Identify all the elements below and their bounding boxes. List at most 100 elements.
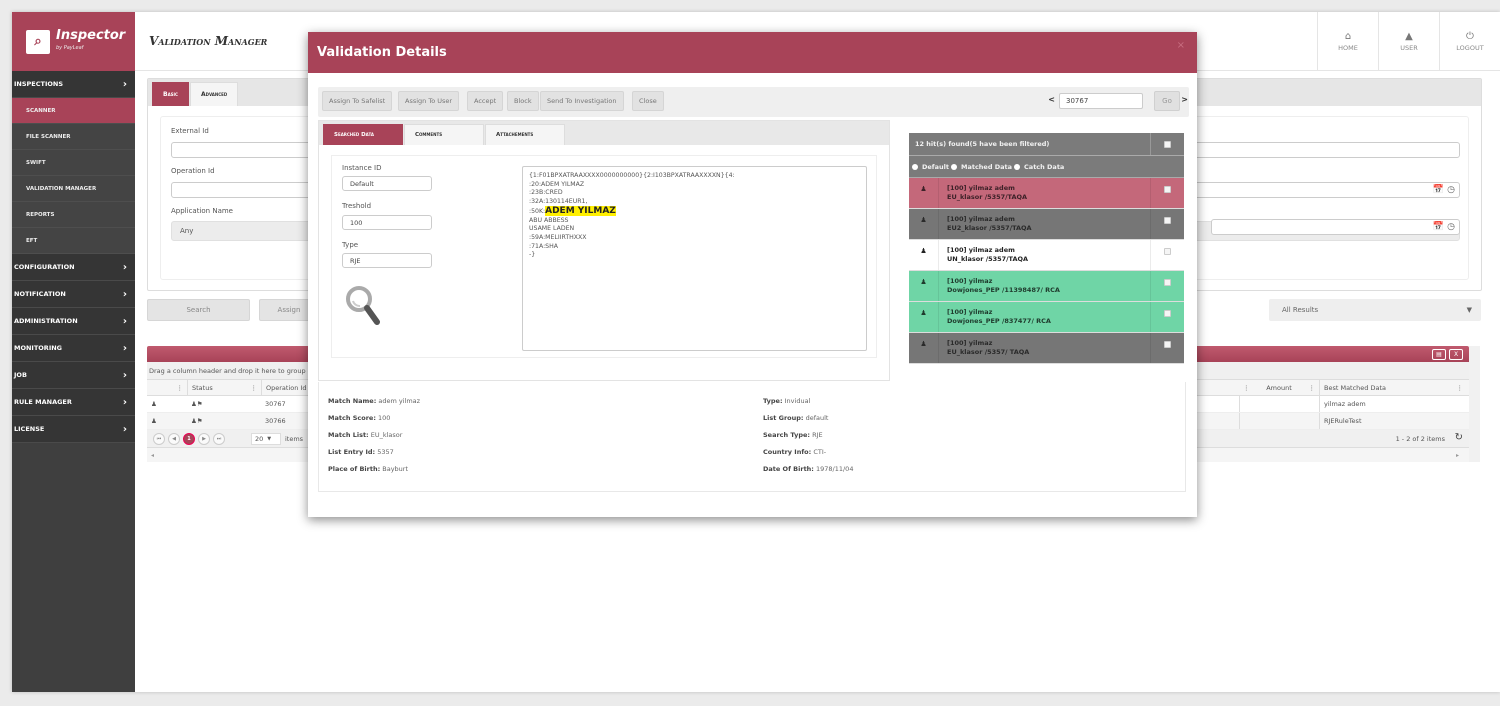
- radio-default[interactable]: [912, 163, 918, 170]
- message-line: ABU ABBESS: [529, 216, 569, 224]
- hit-row[interactable]: ♟ [100] yilmaz Dowjones_PEP /11398487/ RC…: [909, 271, 1184, 302]
- column-amount[interactable]: ⋮ Amount ⋮: [1239, 380, 1319, 395]
- hit-row[interactable]: ♟ [100] yilmaz EU_klasor /5357/ TAQA: [909, 333, 1184, 364]
- hit-title: [100] yilmaz adem: [947, 215, 1015, 223]
- tab-advanced[interactable]: Advanced: [189, 82, 239, 106]
- tab-attachements[interactable]: Attachements: [485, 124, 565, 145]
- accept-button[interactable]: Accept: [467, 91, 504, 111]
- previous-record-icon[interactable]: <: [1048, 95, 1055, 104]
- tab-comments[interactable]: Comments: [404, 124, 484, 145]
- next-record-icon[interactable]: >: [1181, 95, 1188, 104]
- logo[interactable]: ⌕ Inspector by PayLeaf: [12, 12, 135, 71]
- sidebar-section-rule-manager[interactable]: RULE MANAGER ›: [12, 389, 135, 416]
- column-operation-id[interactable]: Operation Id: [261, 380, 311, 395]
- results-filter-select[interactable]: All Results ▼: [1269, 299, 1481, 321]
- threshold-input[interactable]: 100: [342, 215, 432, 230]
- hit-row[interactable]: ♟ [100] yilmaz Dowjones_PEP /837477/ RCA: [909, 302, 1184, 333]
- sidebar-item-file-scanner[interactable]: FILE SCANNER: [12, 124, 135, 150]
- current-page-button[interactable]: 1: [183, 433, 195, 445]
- logo-text: Inspector: [56, 27, 126, 43]
- column-menu-icon[interactable]: ⋮: [1308, 384, 1315, 392]
- sidebar-section-administration[interactable]: ADMINISTRATION ›: [12, 308, 135, 335]
- hit-checkbox[interactable]: [1164, 279, 1171, 286]
- tab-searched-data[interactable]: Searched Data: [323, 124, 403, 145]
- hit-checkbox[interactable]: [1164, 310, 1171, 317]
- clock-icon[interactable]: ◷: [1447, 185, 1455, 195]
- radio-catch-data[interactable]: [1014, 163, 1021, 170]
- column-best-matched[interactable]: Best Matched Data ⋮: [1319, 380, 1469, 395]
- home-button[interactable]: ⌂ HOME: [1317, 12, 1378, 71]
- dropdown-arrow-icon: ▼: [267, 436, 272, 442]
- tab-basic[interactable]: Basic: [152, 82, 189, 106]
- sidebar-section-license[interactable]: LICENSE ›: [12, 416, 135, 443]
- calendar-icon[interactable]: 📅: [1433, 185, 1444, 195]
- sidebar-section-job[interactable]: JOB ›: [12, 362, 135, 389]
- sidebar-item-validation-manager[interactable]: VALIDATION MANAGER: [12, 176, 135, 202]
- assign-to-safelist-button[interactable]: Assign To Safelist: [322, 91, 393, 111]
- column-amount-label: Amount: [1266, 383, 1292, 392]
- block-button[interactable]: Block: [507, 91, 539, 111]
- scroll-right-icon[interactable]: ▸: [1456, 452, 1459, 459]
- column-menu-icon[interactable]: ⋮: [147, 380, 187, 395]
- column-status[interactable]: Status ⋮: [187, 380, 261, 395]
- type-input[interactable]: RJE: [342, 253, 432, 268]
- prev-page-button[interactable]: ◀: [168, 433, 180, 445]
- sidebar-item-swift[interactable]: SWIFT: [12, 150, 135, 176]
- page-size-select[interactable]: 20 ▼: [251, 433, 281, 445]
- user-button[interactable]: ▲ USER: [1378, 12, 1439, 71]
- field-value: adem yilmaz: [378, 397, 421, 405]
- export-excel-icon[interactable]: X: [1449, 348, 1463, 360]
- sidebar-item-reports[interactable]: REPORTS: [12, 202, 135, 228]
- hit-checkbox[interactable]: [1164, 341, 1171, 348]
- search-button[interactable]: Search: [147, 299, 250, 321]
- power-icon: ⏻: [1466, 31, 1474, 42]
- last-page-button[interactable]: ⏭: [213, 433, 225, 445]
- column-menu-icon[interactable]: ⋮: [1457, 384, 1464, 392]
- hit-title: [100] yilmaz adem: [947, 184, 1015, 192]
- refresh-icon[interactable]: ↻: [1455, 432, 1463, 443]
- send-to-investigation-button[interactable]: Send To Investigation: [540, 91, 624, 111]
- logo-subtitle: by PayLeaf: [56, 44, 84, 51]
- date-to-input[interactable]: 📅 ◷: [1211, 219, 1460, 235]
- sidebar-section-label: CONFIGURATION: [14, 263, 75, 271]
- sidebar-section-monitoring[interactable]: MONITORING ›: [12, 335, 135, 362]
- hit-checkbox[interactable]: [1164, 248, 1171, 255]
- next-page-button[interactable]: ▶: [198, 433, 210, 445]
- magnifier-icon[interactable]: [344, 284, 382, 332]
- hit-checkbox[interactable]: [1164, 186, 1171, 193]
- calendar-icon[interactable]: 📅: [1433, 222, 1444, 232]
- sidebar-section-label: INSPECTIONS: [14, 80, 64, 88]
- column-menu-icon[interactable]: ⋮: [1243, 384, 1250, 392]
- vertical-scrollbar[interactable]: [1469, 346, 1480, 462]
- sidebar-section-notification[interactable]: NOTIFICATION ›: [12, 281, 135, 308]
- export-pdf-icon[interactable]: ▤: [1432, 348, 1446, 360]
- logout-button[interactable]: ⏻ LOGOUT: [1439, 12, 1500, 71]
- person-icon: ♟: [909, 302, 939, 332]
- sidebar-section-configuration[interactable]: CONFIGURATION ›: [12, 254, 135, 281]
- radio-matched-data[interactable]: [950, 163, 957, 170]
- instance-id-input[interactable]: Default: [342, 176, 432, 191]
- first-page-button[interactable]: ⏮: [153, 433, 165, 445]
- hit-row[interactable]: ♟ [100] yilmaz adem EU2_klasor /5357/TAQA: [909, 209, 1184, 240]
- search-type-field: Search Type: RJE: [763, 431, 823, 439]
- hit-checkbox[interactable]: [1164, 217, 1171, 224]
- sidebar-item-eft[interactable]: EFT: [12, 228, 135, 254]
- column-menu-icon[interactable]: ⋮: [251, 384, 258, 392]
- assign-to-user-button[interactable]: Assign To User: [398, 91, 460, 111]
- results-filter-value: All Results: [1282, 306, 1319, 314]
- message-textarea[interactable]: {1:F01BPXATRAAXXXX0000000000}{2:I103BPXA…: [522, 166, 867, 351]
- sidebar-item-scanner[interactable]: SCANNER: [12, 98, 135, 124]
- close-icon[interactable]: ×: [1177, 40, 1185, 51]
- go-button[interactable]: Go: [1154, 91, 1180, 111]
- hit-row[interactable]: ♟ [100] yilmaz adem UN_klasor /5357/TAQA: [909, 240, 1184, 271]
- select-all-checkbox[interactable]: [1164, 140, 1171, 148]
- field-label: Match Name:: [328, 397, 377, 405]
- hits-header: 12 hit(s) found(5 have been filtered): [909, 133, 1184, 156]
- field-value: CTI-: [813, 448, 827, 456]
- record-number-input[interactable]: 30767: [1059, 93, 1143, 109]
- close-button[interactable]: Close: [632, 91, 664, 111]
- sidebar-section-inspections[interactable]: INSPECTIONS ›: [12, 71, 135, 98]
- clock-icon[interactable]: ◷: [1447, 222, 1455, 232]
- scroll-left-icon[interactable]: ◂: [151, 452, 154, 459]
- hit-row[interactable]: ♟ [100] yilmaz adem EU_klasor /5357/TAQA: [909, 178, 1184, 209]
